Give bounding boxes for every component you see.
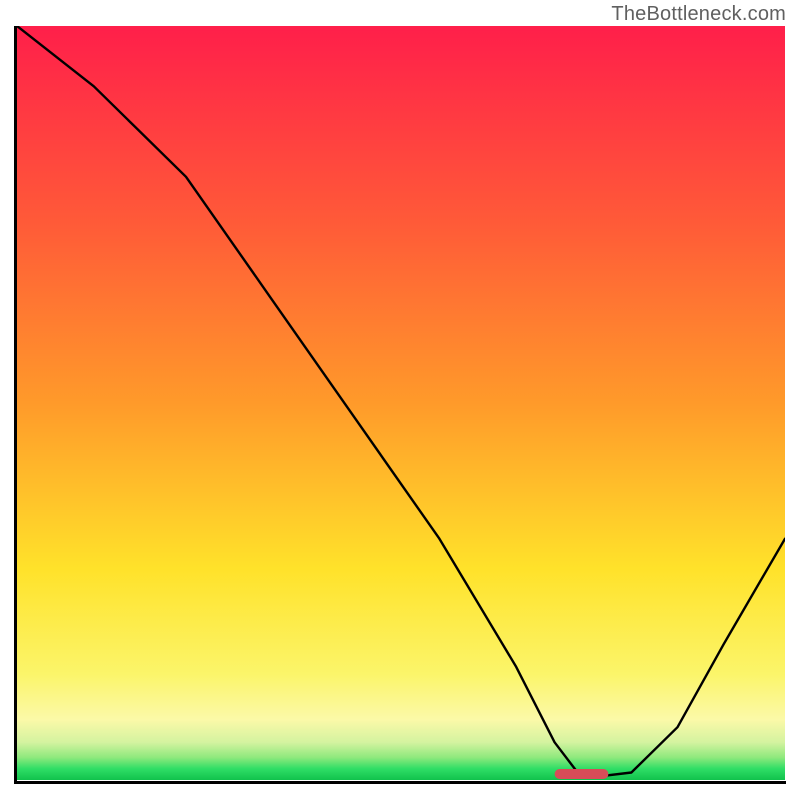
- optimum-marker: [555, 769, 609, 779]
- watermark-text: TheBottleneck.com: [611, 3, 786, 26]
- gradient-background: [17, 26, 785, 780]
- plot-area: [14, 26, 786, 784]
- bottleneck-chart: TheBottleneck.com: [0, 0, 800, 800]
- chart-svg: [17, 26, 785, 780]
